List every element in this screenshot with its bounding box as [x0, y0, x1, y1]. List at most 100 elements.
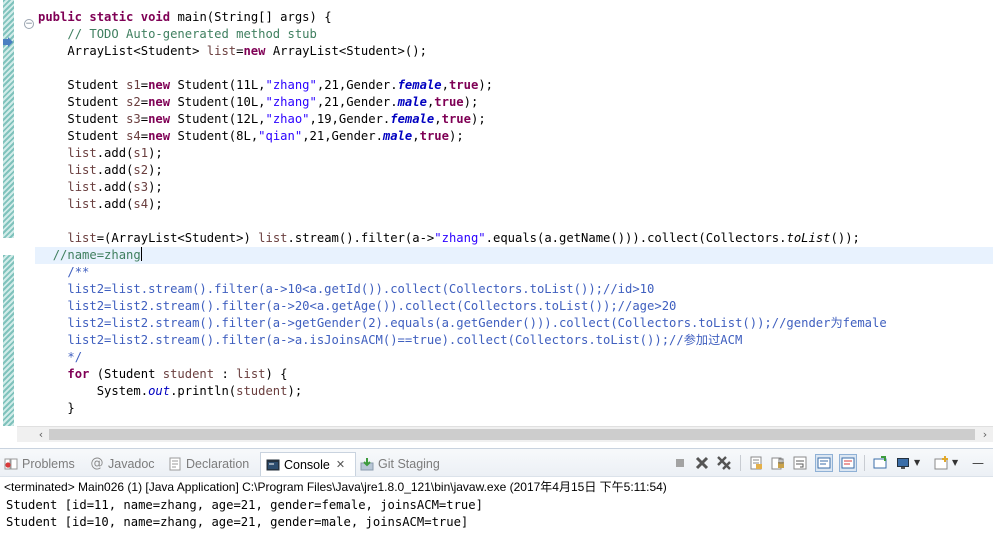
remove-launch-icon[interactable] — [694, 455, 710, 471]
code-area[interactable]: public static void main(String[] args) {… — [35, 9, 993, 434]
code-token: ); — [148, 180, 163, 194]
scroll-lock-icon[interactable] — [770, 455, 786, 471]
code-token: for — [67, 367, 90, 381]
horizontal-scrollbar[interactable]: ‹ › — [17, 426, 993, 442]
code-line[interactable]: /** — [38, 264, 993, 281]
chevron-down-icon[interactable]: ▼ — [914, 455, 922, 471]
code-line[interactable]: Student s4=new Student(8L,"qian",21,Gend… — [38, 128, 993, 145]
code-token: ); — [287, 384, 303, 398]
code-line[interactable]: // TODO Auto-generated method stub — [38, 26, 993, 43]
close-icon[interactable]: ✕ — [336, 458, 345, 471]
code-line[interactable]: //name=zhang — [35, 247, 993, 264]
terminate-icon[interactable] — [672, 455, 688, 471]
code-token: ,21,Gender. — [302, 129, 383, 143]
code-token: .add( — [96, 180, 134, 194]
code-token: list2=list2.stream().filter(a->getGender… — [67, 316, 887, 330]
code-editor[interactable]: − public static void main(String[] args)… — [0, 0, 993, 442]
tab-git-staging[interactable]: Git Staging — [360, 453, 450, 475]
clear-console-icon[interactable] — [748, 455, 764, 471]
code-token: ); — [463, 95, 479, 109]
code-token: s1 — [133, 146, 149, 160]
pin-console-icon[interactable] — [872, 455, 888, 471]
code-token: .stream().filter(a-> — [287, 231, 435, 245]
code-line[interactable]: list2=list2.stream().filter(a->20<a.getA… — [38, 298, 993, 315]
code-token: list2=list2.stream().filter(a->20<a.getA… — [67, 299, 677, 313]
chevron-down-icon[interactable]: ▼ — [952, 455, 960, 471]
code-token: = — [140, 95, 149, 109]
code-token: } — [38, 401, 75, 415]
console-output-line: Student [id=11, name=zhang, age=21, gend… — [6, 498, 483, 512]
code-line[interactable]: Student s1=new Student(11L,"zhang",21,Ge… — [38, 77, 993, 94]
code-line[interactable]: list.add(s3); — [38, 179, 993, 196]
code-token: true — [419, 129, 449, 143]
view-menu-icon[interactable]: — — [972, 455, 986, 471]
code-token: new — [148, 78, 171, 92]
code-line[interactable] — [38, 60, 993, 77]
tab-problems[interactable]: Problems — [4, 453, 84, 475]
scroll-right-icon[interactable]: › — [977, 427, 993, 442]
code-token: static — [89, 10, 134, 24]
open-console-icon[interactable] — [934, 455, 950, 471]
remove-all-terminated-icon[interactable] — [716, 455, 732, 471]
code-line[interactable]: list=(ArrayList<Student>) list.stream().… — [38, 230, 993, 247]
code-line[interactable]: list2=list2.stream().filter(a->getGender… — [38, 315, 993, 332]
code-line[interactable]: Student s3=new Student(12L,"zhao",19,Gen… — [38, 111, 993, 128]
tab-declaration[interactable]: Declaration — [168, 453, 258, 475]
code-line[interactable]: list.add(s2); — [38, 162, 993, 179]
code-token: ); — [148, 197, 163, 211]
code-line[interactable]: } — [38, 400, 993, 417]
show-on-stderr-icon[interactable] — [839, 454, 857, 472]
code-token: new — [148, 129, 171, 143]
code-token: ArrayList<Student>(); — [265, 44, 427, 58]
show-on-stdout-icon[interactable] — [815, 454, 833, 472]
code-line[interactable]: */ — [38, 349, 993, 366]
code-token: s1 — [126, 78, 141, 92]
code-token: (Student — [89, 367, 163, 381]
overview-ruler — [0, 0, 17, 426]
code-token: list — [67, 197, 97, 211]
code-token: ,21,Gender. — [316, 78, 398, 92]
code-token: list — [67, 163, 97, 177]
tab-javadoc[interactable]: @ Javadoc — [90, 453, 160, 475]
fold-collapse-icon[interactable]: − — [24, 19, 34, 29]
code-line[interactable]: list2=list.stream().filter(a->10<a.getId… — [38, 281, 993, 298]
console-icon — [266, 459, 280, 470]
code-line[interactable]: ArrayList<Student> list=new ArrayList<St… — [38, 43, 993, 60]
code-token: "zhang" — [265, 78, 317, 92]
scrollbar-thumb[interactable] — [49, 429, 975, 440]
tab-console[interactable]: Console ✕ — [260, 452, 356, 476]
console-status-line: <terminated> Main026 (1) [Java Applicati… — [4, 480, 667, 494]
word-wrap-icon[interactable] — [792, 455, 808, 471]
code-line[interactable]: System.out.println(student); — [38, 383, 993, 400]
toolbar-separator — [864, 455, 865, 471]
code-token: female — [397, 78, 442, 92]
code-token: "zhang" — [434, 231, 486, 245]
code-token: .println( — [170, 384, 237, 398]
code-token: s2 — [133, 163, 149, 177]
code-token: void — [140, 10, 171, 24]
code-line[interactable]: list2=list2.stream().filter(a->a.isJoins… — [38, 332, 993, 349]
declaration-icon — [169, 457, 181, 471]
console-output[interactable]: Student [id=11, name=zhang, age=21, gend… — [6, 497, 483, 531]
console-panel: Problems @ Javadoc Declaration Console ✕… — [0, 448, 993, 550]
quick-diff-band — [3, 255, 14, 426]
code-token: Student(12L, — [170, 112, 266, 126]
code-line[interactable]: list.add(s1); — [38, 145, 993, 162]
code-token: list2=list2.stream().filter(a->a.isJoins… — [67, 333, 743, 347]
code-line[interactable]: list.add(s4); — [38, 196, 993, 213]
code-token: Student(10L, — [170, 95, 266, 109]
code-token: new — [148, 95, 171, 109]
scroll-left-icon[interactable]: ‹ — [33, 427, 49, 442]
code-token: , — [441, 78, 449, 92]
display-selected-console-icon[interactable] — [896, 455, 912, 471]
code-token: =(ArrayList<Student>) — [96, 231, 259, 245]
code-line[interactable]: public static void main(String[] args) { — [38, 9, 993, 26]
code-line[interactable] — [38, 213, 993, 230]
code-line[interactable]: for (Student student : list) { — [38, 366, 993, 383]
code-token: public — [38, 10, 83, 24]
code-token: Student — [38, 95, 127, 109]
code-line[interactable]: Student s2=new Student(10L,"zhang",21,Ge… — [38, 94, 993, 111]
